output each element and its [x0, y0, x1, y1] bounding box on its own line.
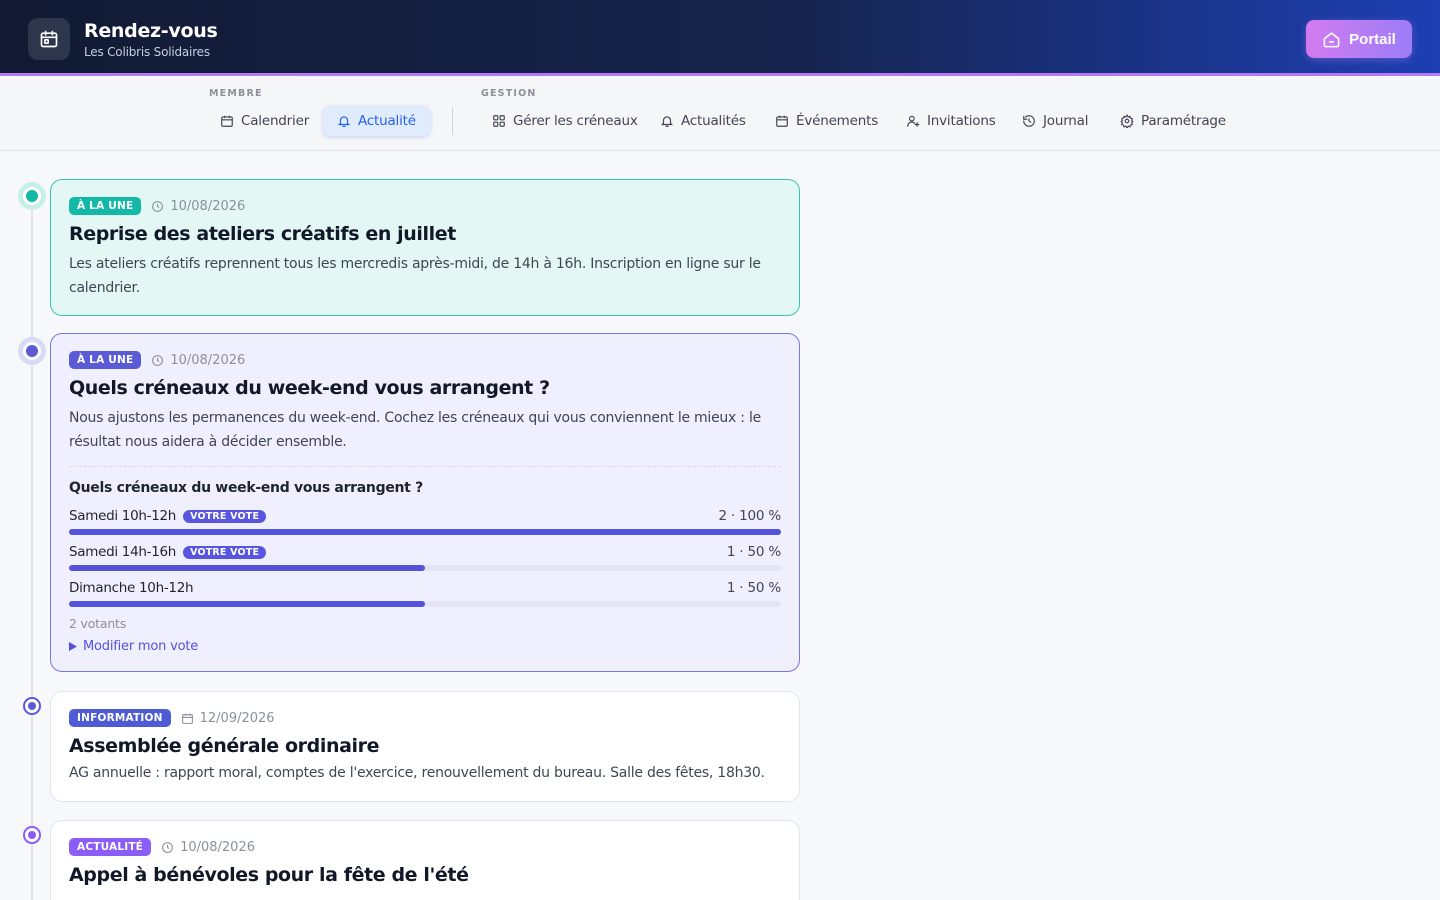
poll-option-label: Dimanche 10h-12h: [69, 580, 194, 596]
news-card-poll[interactable]: À LA UNE 10/08/2026 Quels créneaux du we…: [50, 333, 800, 672]
poll-option-bar: [69, 565, 781, 571]
timeline-dot: [23, 826, 41, 844]
post-title: Quels créneaux du week-end vous arrangen…: [69, 377, 550, 399]
your-vote-badge: VOTRE VOTE: [183, 509, 267, 523]
modify-vote-toggle[interactable]: Modifier mon vote: [69, 639, 198, 654]
nav-item-invitations[interactable]: Invitations: [906, 106, 996, 136]
caret-right-icon: [69, 642, 77, 651]
poll-option-fill: [69, 565, 425, 571]
portal-button-label: Portail: [1349, 30, 1396, 48]
post-date: 10/08/2026: [151, 199, 245, 214]
post-date-text: 12/09/2026: [199, 710, 275, 726]
poll-option-fill: [69, 601, 425, 607]
calendar-icon: [28, 18, 70, 60]
clock-icon: [162, 841, 173, 853]
nav-item-label: Gérer les créneaux: [513, 113, 638, 129]
nav-item-journal[interactable]: Journal: [1022, 106, 1088, 136]
bell-icon: [660, 116, 674, 127]
modify-vote-label: Modifier mon vote: [83, 639, 199, 654]
category-badge: INFORMATION: [69, 709, 171, 727]
grid-icon: [493, 115, 505, 127]
user-plus-icon: [907, 115, 920, 127]
home-icon: [1323, 31, 1340, 47]
nav-item-label: Calendrier: [241, 113, 310, 129]
clock-icon: [152, 200, 164, 212]
your-vote-badge: VOTRE VOTE: [183, 545, 267, 559]
post-title: Assemblée générale ordinaire: [69, 735, 380, 757]
category-badge: À LA UNE: [69, 197, 142, 215]
poll-option-label: Samedi 14h-16h: [69, 544, 177, 560]
post-date-text: 10/08/2026: [170, 352, 246, 368]
app-subtitle: Les Colibris Solidaires: [84, 45, 210, 59]
post-title: Appel à bénévoles pour la fête de l'été: [69, 864, 469, 886]
timeline-dot: [23, 697, 41, 715]
nav-group-management-label: GESTION: [481, 88, 537, 99]
main-nav: MEMBRE GESTION Calendrier Actualité Gére…: [0, 79, 1440, 151]
post-date-text: 10/08/2026: [170, 198, 246, 214]
nav-item-label: Actualité: [358, 113, 416, 129]
nav-item-settings[interactable]: Paramétrage: [1120, 106, 1226, 136]
nav-item-label: Invitations: [927, 113, 996, 129]
news-card[interactable]: ACTUALITÉ 10/08/2026 Appel à bénévoles p…: [50, 820, 800, 900]
post-date: 10/08/2026: [161, 840, 255, 855]
bell-icon: [337, 116, 351, 127]
nav-item-manage-slots[interactable]: Gérer les créneaux: [492, 106, 638, 136]
poll-option-fill: [69, 529, 781, 535]
poll-option[interactable]: Samedi 10h-12h VOTRE VOTE 2 · 100 %: [69, 508, 781, 538]
app-header: Rendez-vous Les Colibris Solidaires Port…: [0, 0, 1440, 76]
post-date: 12/09/2026: [181, 711, 275, 726]
nav-item-events[interactable]: Événements: [775, 106, 878, 136]
nav-item-label: Journal: [1043, 113, 1089, 129]
gear-icon: [1120, 114, 1134, 128]
nav-item-calendar[interactable]: Calendrier: [220, 106, 309, 136]
category-badge: À LA UNE: [69, 351, 142, 369]
post-title: Reprise des ateliers créatifs en juillet: [69, 223, 456, 245]
timeline-dot: [18, 182, 46, 210]
calendar-icon: [181, 713, 193, 724]
news-card[interactable]: INFORMATION 12/09/2026 Assemblée général…: [50, 691, 800, 802]
poll-divider: [69, 466, 781, 467]
poll-question: Quels créneaux du week-end vous arrangen…: [69, 480, 423, 496]
poll-option-count: 1 · 50 %: [726, 580, 781, 596]
nav-divider: [452, 107, 453, 135]
portal-button[interactable]: Portail: [1306, 20, 1412, 58]
clock-icon: [152, 354, 164, 366]
category-badge: ACTUALITÉ: [69, 838, 152, 856]
calendar-icon: [776, 115, 788, 127]
history-icon: [1023, 115, 1035, 127]
post-date-text: 10/08/2026: [180, 839, 255, 855]
poll-option[interactable]: Dimanche 10h-12h 1 · 50 %: [69, 580, 781, 610]
poll-option-label: Samedi 10h-12h: [69, 508, 177, 524]
nav-item-label: Événements: [796, 113, 879, 129]
nav-item-label: Actualités: [681, 113, 746, 129]
poll-option[interactable]: Samedi 14h-16h VOTRE VOTE 1 · 50 %: [69, 544, 781, 574]
post-date: 10/08/2026: [151, 353, 245, 368]
calendar-icon: [221, 115, 233, 127]
nav-item-label: Paramétrage: [1141, 113, 1226, 129]
poll-option-count: 1 · 50 %: [726, 544, 781, 560]
poll-option-bar: [69, 601, 781, 607]
nav-group-member-label: MEMBRE: [209, 88, 263, 99]
nav-item-news-member[interactable]: Actualité: [323, 106, 430, 136]
post-body: AG annuelle : rapport moral, comptes de …: [69, 765, 765, 781]
timeline-dot: [18, 337, 46, 365]
post-body: Les ateliers créatifs reprennent tous le…: [69, 256, 761, 296]
news-card[interactable]: À LA UNE 10/08/2026 Reprise des ateliers…: [50, 179, 800, 316]
app-title: Rendez-vous: [84, 20, 218, 42]
poll-option-count: 2 · 100 %: [718, 508, 781, 524]
poll-voters-count: 2 votants: [69, 616, 127, 631]
nav-item-news[interactable]: Actualités: [660, 106, 746, 136]
poll-option-bar: [69, 529, 781, 535]
timeline-line: [31, 196, 33, 900]
post-body: Nous ajustons les permanences du week-en…: [69, 410, 761, 450]
